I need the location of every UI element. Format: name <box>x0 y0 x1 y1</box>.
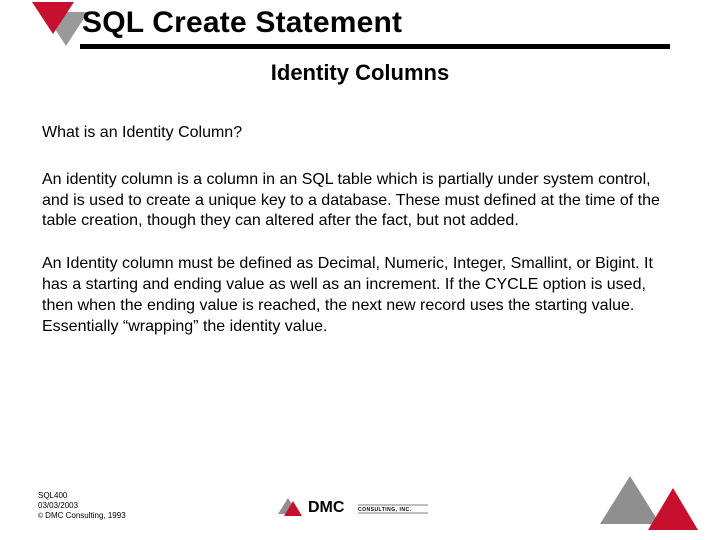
body-paragraph-2: An Identity column must be defined as De… <box>42 254 660 337</box>
logo-subtext: CONSULTING, INC. <box>358 507 412 513</box>
slide: SQL Create Statement Identity Columns Wh… <box>0 0 720 540</box>
body-question: What is an Identity Column? <box>42 123 660 144</box>
footer-copyright: DMC Consulting, 1993 <box>45 511 125 520</box>
copyright-icon: © <box>38 513 43 522</box>
footer-logo: DMC CONSULTING, INC. <box>278 496 428 518</box>
red-triangle-icon <box>648 488 698 530</box>
footer-date: 03/03/2003 <box>38 501 126 511</box>
logo-text: DMC <box>308 499 345 516</box>
body-content: What is an Identity Column? An identity … <box>42 123 660 359</box>
footer-code: SQL400 <box>38 491 126 501</box>
red-triangle-icon <box>32 2 74 34</box>
footer-copyright-line: ©DMC Consulting, 1993 <box>38 511 126 522</box>
body-paragraph-1: An identity column is a column in an SQL… <box>42 170 660 232</box>
title-underline <box>80 44 670 49</box>
page-title: SQL Create Statement <box>82 6 402 40</box>
page-subtitle: Identity Columns <box>0 60 720 86</box>
footer-meta: SQL400 03/03/2003 ©DMC Consulting, 1993 <box>38 491 126 522</box>
bottom-right-decoration <box>592 462 702 532</box>
